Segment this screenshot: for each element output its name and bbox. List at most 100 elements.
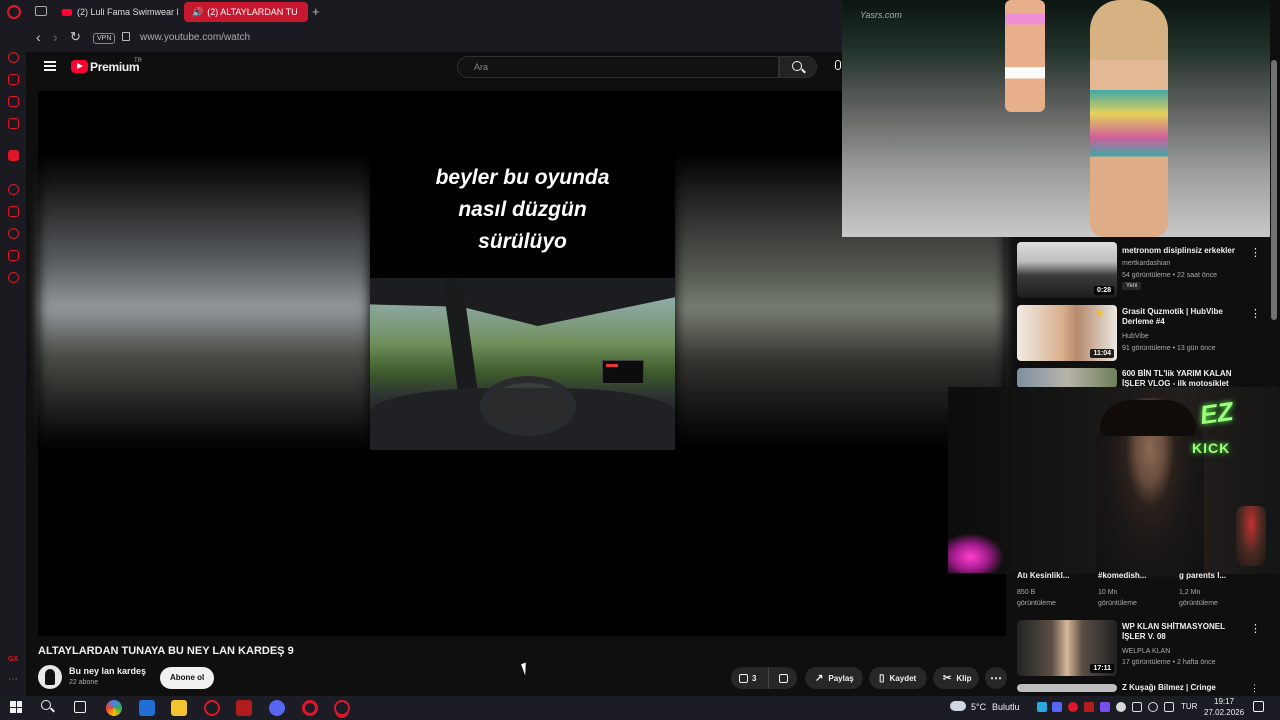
forward-arrow-icon[interactable]: › — [53, 29, 58, 45]
rec-more-icon[interactable]: ⋮ — [1250, 683, 1259, 694]
sidebar-messenger-icon[interactable] — [8, 96, 19, 107]
tray-app3-icon[interactable] — [1116, 702, 1126, 712]
sidebar-discord-icon[interactable] — [8, 118, 19, 129]
channel-subscribers: 22 abone — [69, 679, 99, 686]
rec-title[interactable]: 600 BİN TL'lik YARIM KALAN İŞLER VLOG - … — [1122, 369, 1240, 387]
clip-button[interactable]: ✂ Klip — [933, 667, 979, 689]
rec-title[interactable]: Grasit Quzmotik | HubVibe Derleme #4 — [1122, 307, 1240, 327]
search-input[interactable] — [457, 56, 779, 78]
weather-description[interactable]: Bulutlu — [992, 702, 1020, 712]
video-title: ALTAYLARDAN TUNAYA BU NEY LAN KARDEŞ 9 — [38, 645, 294, 657]
short-title[interactable]: Atı Kesinlikl... — [1017, 571, 1089, 580]
mic-icon[interactable] — [835, 60, 841, 70]
sidebar-player-icon[interactable] — [8, 184, 19, 195]
url-field[interactable]: www.youtube.com/watch — [140, 32, 250, 43]
rec-duration: 0:28 — [1093, 286, 1114, 295]
file-explorer-icon[interactable] — [171, 700, 187, 716]
webcam-streamer-hair — [1100, 400, 1196, 436]
opera-gx-active-icon[interactable] — [334, 700, 350, 716]
tray-discord-icon[interactable] — [1052, 702, 1062, 712]
rec-more-icon[interactable]: ⋮ — [1250, 307, 1261, 320]
new-tab-button[interactable]: + — [312, 4, 320, 19]
video-editor-icon[interactable] — [236, 700, 252, 716]
youtube-logo-icon[interactable] — [71, 60, 88, 73]
channel-avatar[interactable] — [38, 665, 62, 689]
sidebar-bag-icon[interactable] — [8, 74, 19, 85]
sidebar-twitch-icon[interactable] — [8, 150, 19, 161]
rec-title[interactable]: metronom disiplinsiz erkekler — [1122, 246, 1240, 256]
save-button[interactable]: ▯ Kaydet — [869, 667, 927, 689]
short-views: 850 B görüntüleme — [1017, 587, 1089, 609]
short-views-label: görüntüleme — [1179, 600, 1218, 607]
pip-figure-front — [1090, 0, 1168, 237]
rec-thumbnail[interactable]: 17:11 — [1017, 620, 1117, 676]
menu-icon[interactable] — [44, 61, 56, 71]
rec-thumbnail[interactable]: 0:28 — [1017, 242, 1117, 298]
tray-telegram-icon[interactable] — [1037, 702, 1047, 712]
reload-icon[interactable]: ↻ — [70, 29, 81, 45]
task-view-icon[interactable] — [74, 701, 86, 713]
sidebar-more-icon[interactable]: ⋯ — [8, 674, 18, 685]
lock-icon[interactable] — [122, 32, 130, 41]
tab-altaylardan[interactable]: 🔊 (2) ALTAYLARDAN TU — [184, 2, 308, 22]
rec-more-icon[interactable]: ⋮ — [1250, 246, 1261, 259]
weather-temperature[interactable]: 5°C — [971, 702, 986, 712]
tray-app-icon[interactable] — [1084, 702, 1094, 712]
copilot-icon[interactable] — [106, 700, 122, 716]
clock-time[interactable]: 19:17 — [1214, 697, 1234, 706]
tray-network-icon[interactable] — [1164, 702, 1174, 712]
discord-icon[interactable] — [269, 700, 285, 716]
rec-more-icon[interactable]: ⋮ — [1250, 622, 1261, 635]
tray-opera-icon[interactable] — [1068, 702, 1078, 712]
rec-duration: 11:04 — [1090, 349, 1114, 358]
sidebar-gx-badge[interactable]: GX — [8, 656, 18, 663]
opera-logo-icon[interactable] — [7, 5, 21, 19]
scrollbar-thumb[interactable] — [1271, 60, 1277, 320]
input-language[interactable]: TUR — [1181, 702, 1197, 711]
rec-thumbnail[interactable] — [1017, 368, 1117, 388]
youtube-brand[interactable]: Premium — [90, 60, 140, 74]
rec-title[interactable]: Z Kuşağı Bilmez | Cringe Damarı — [1122, 683, 1240, 694]
sidebar-box-icon[interactable] — [8, 250, 19, 261]
opera-icon[interactable] — [302, 700, 318, 716]
windows-start-icon[interactable] — [10, 701, 22, 713]
tab-label: (2) ALTAYLARDAN TU — [207, 7, 298, 17]
notification-icon[interactable] — [1253, 701, 1264, 712]
sidebar-history-icon[interactable] — [8, 228, 19, 239]
dashboard-warning — [606, 364, 618, 367]
tab-luli-fama[interactable]: (2) Luli Fama Swimwear F — [54, 2, 178, 22]
tray-app2-icon[interactable] — [1100, 702, 1110, 712]
save-label: Kaydet — [889, 673, 917, 683]
vpn-badge[interactable]: VPN — [93, 33, 116, 44]
app-blue-icon[interactable] — [139, 700, 155, 716]
search-icon[interactable] — [792, 61, 802, 71]
taskbar-search-icon[interactable] — [41, 700, 51, 710]
pip-video-overlay[interactable] — [842, 0, 1270, 237]
tab-overview-icon[interactable] — [35, 6, 47, 16]
opera-gx-icon[interactable] — [204, 700, 220, 716]
steering-wheel — [480, 376, 576, 436]
sidebar-cube-icon[interactable] — [8, 206, 19, 217]
channel-name[interactable]: Bu ney lan kardeş — [69, 666, 146, 676]
clip-label: Klip — [956, 673, 972, 683]
sidebar-aria-icon[interactable] — [8, 52, 19, 63]
dislike-button[interactable] — [769, 673, 797, 683]
sidebar-settings-icon[interactable] — [8, 272, 19, 283]
rec-duration: 17:11 — [1090, 664, 1114, 673]
speaker-icon: 🔊 — [192, 6, 204, 17]
rec-thumbnail[interactable] — [1017, 684, 1117, 692]
clock-date[interactable]: 27.02.2026 — [1204, 708, 1244, 717]
subscribe-button[interactable]: Abone ol — [160, 667, 215, 689]
back-arrow-icon[interactable]: ‹ — [36, 29, 41, 45]
tray-volume-icon[interactable] — [1148, 702, 1158, 712]
tray-mic-icon[interactable] — [1132, 702, 1142, 712]
short-title[interactable]: g parents l... — [1179, 571, 1251, 580]
weather-cloud-icon[interactable] — [950, 701, 966, 711]
kick-logo: KICK — [1192, 440, 1231, 456]
short-title[interactable]: #komedish... — [1098, 571, 1170, 580]
webcam-light — [948, 533, 1004, 573]
share-button[interactable]: ↗ Paylaş — [805, 667, 863, 689]
more-actions-button[interactable]: ⋯ — [985, 667, 1007, 689]
like-button[interactable]: 3 — [731, 667, 769, 689]
rec-title[interactable]: WP KLAN SHİTMASYONEL İŞLER V. 08 — [1122, 622, 1240, 642]
